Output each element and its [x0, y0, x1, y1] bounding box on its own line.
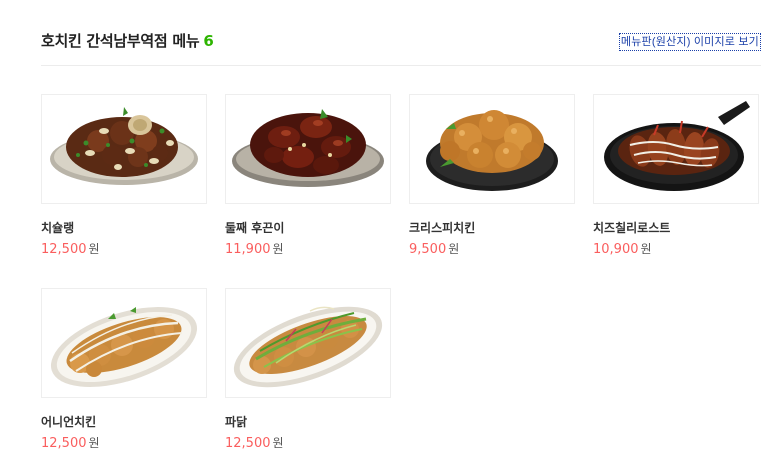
menu-item-image: [409, 94, 575, 204]
menu-item[interactable]: 크리스피치킨 9,500 원: [409, 94, 575, 274]
menu-item[interactable]: 어니언치킨 12,500 원: [41, 288, 207, 466]
menu-item-name: 어니언치킨: [41, 415, 97, 429]
menu-item[interactable]: 파닭 12,500 원: [225, 288, 391, 466]
menu-item-price: 12,500 원: [41, 240, 100, 257]
price-currency: 원: [272, 436, 284, 450]
menu-item[interactable]: 둘째 후끈이 11,900 원: [225, 94, 391, 274]
menu-count-badge: 6: [203, 32, 214, 50]
menu-item-image: [41, 94, 207, 204]
price-value: 10,900: [593, 242, 639, 257]
menu-item-name: 치즈칠리로스트: [593, 221, 671, 235]
menu-item-name: 파닭: [225, 415, 248, 429]
chicken-nuts-platter-image: [50, 107, 198, 185]
menu-item-price: 11,900 원: [225, 240, 284, 257]
price-currency: 원: [272, 242, 284, 256]
menu-image-view-button[interactable]: 메뉴판(원산지) 이미지로 보기: [618, 33, 761, 51]
green-onion-chicken-oval-plate-image: [233, 306, 383, 388]
menu-item-price: 12,500 원: [41, 434, 100, 451]
menu-item-price: 10,900 원: [593, 240, 652, 257]
store-menu-title: 호치킨 간석남부역점 메뉴: [41, 32, 200, 50]
price-value: 12,500: [41, 436, 87, 451]
price-currency: 원: [448, 242, 460, 256]
menu-item[interactable]: 치슐랭 12,500 원: [41, 94, 207, 274]
cheese-chili-roast-skillet-image: [604, 101, 750, 191]
spicy-glazed-chicken-image: [232, 109, 384, 187]
page-title: 호치킨 간석남부역점 메뉴 6: [41, 30, 214, 51]
menu-header: 호치킨 간석남부역점 메뉴 6 메뉴판(원산지) 이미지로 보기: [41, 0, 761, 66]
menu-item-price: 9,500 원: [409, 240, 459, 257]
menu-item-name: 둘째 후끈이: [225, 221, 285, 235]
menu-item-name: 크리스피치킨: [409, 221, 476, 235]
onion-chicken-oval-plate-image: [50, 307, 198, 387]
menu-item-image: [225, 288, 391, 398]
price-value: 9,500: [409, 242, 447, 257]
price-currency: 원: [640, 242, 652, 256]
fried-chicken-black-plate-image: [426, 110, 558, 191]
menu-item-image: [225, 94, 391, 204]
menu-item-price: 12,500 원: [225, 434, 284, 451]
menu-item[interactable]: 치즈칠리로스트 10,900 원: [593, 94, 759, 274]
price-value: 12,500: [225, 436, 271, 451]
menu-item-image: [41, 288, 207, 398]
menu-item-name: 치슐랭: [41, 221, 75, 235]
menu-item-image: [593, 94, 759, 204]
price-value: 12,500: [41, 242, 87, 257]
price-currency: 원: [88, 436, 100, 450]
price-value: 11,900: [225, 242, 271, 257]
price-currency: 원: [88, 242, 100, 256]
